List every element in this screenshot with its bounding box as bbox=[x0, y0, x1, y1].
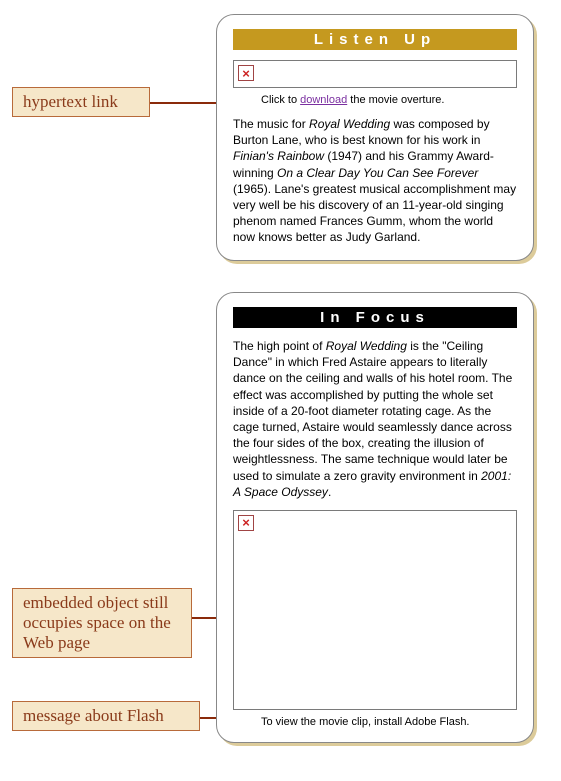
callout-flash: message about Flash bbox=[12, 701, 200, 731]
broken-image-icon: × bbox=[238, 515, 254, 531]
text: . bbox=[328, 485, 331, 499]
callout-embedded: embedded object still occupies space on … bbox=[12, 588, 192, 658]
listen-up-body: The music for Royal Wedding was composed… bbox=[233, 116, 517, 246]
flash-message: To view the movie clip, install Adobe Fl… bbox=[261, 716, 517, 728]
header-listen-up: Listen Up bbox=[233, 29, 517, 50]
broken-embed-flash: × bbox=[233, 510, 517, 710]
header-in-focus: In Focus bbox=[233, 307, 517, 328]
title-royal-wedding: Royal Wedding bbox=[309, 117, 390, 131]
caption-suffix: the movie overture. bbox=[347, 94, 444, 106]
title-royal-wedding: Royal Wedding bbox=[326, 339, 407, 353]
text: The music for bbox=[233, 117, 309, 131]
title-clear-day: On a Clear Day You Can See Forever bbox=[277, 166, 478, 180]
download-caption: Click to download the movie overture. bbox=[261, 94, 517, 106]
card-listen-up: Listen Up × Click to download the movie … bbox=[216, 14, 534, 261]
broken-image-icon: × bbox=[238, 65, 254, 81]
download-link[interactable]: download bbox=[300, 94, 347, 106]
broken-image-audio: × bbox=[233, 60, 517, 88]
title-finians-rainbow: Finian's Rainbow bbox=[233, 149, 324, 163]
in-focus-body: The high point of Royal Wedding is the "… bbox=[233, 338, 517, 500]
text: The high point of bbox=[233, 339, 326, 353]
text: (1965). Lane's greatest musical accompli… bbox=[233, 182, 516, 245]
caption-prefix: Click to bbox=[261, 94, 300, 106]
callout-hyperlink: hypertext link bbox=[12, 87, 150, 117]
text: is the "Ceiling Dance" in which Fred Ast… bbox=[233, 339, 512, 483]
card-in-focus: In Focus The high point of Royal Wedding… bbox=[216, 292, 534, 743]
